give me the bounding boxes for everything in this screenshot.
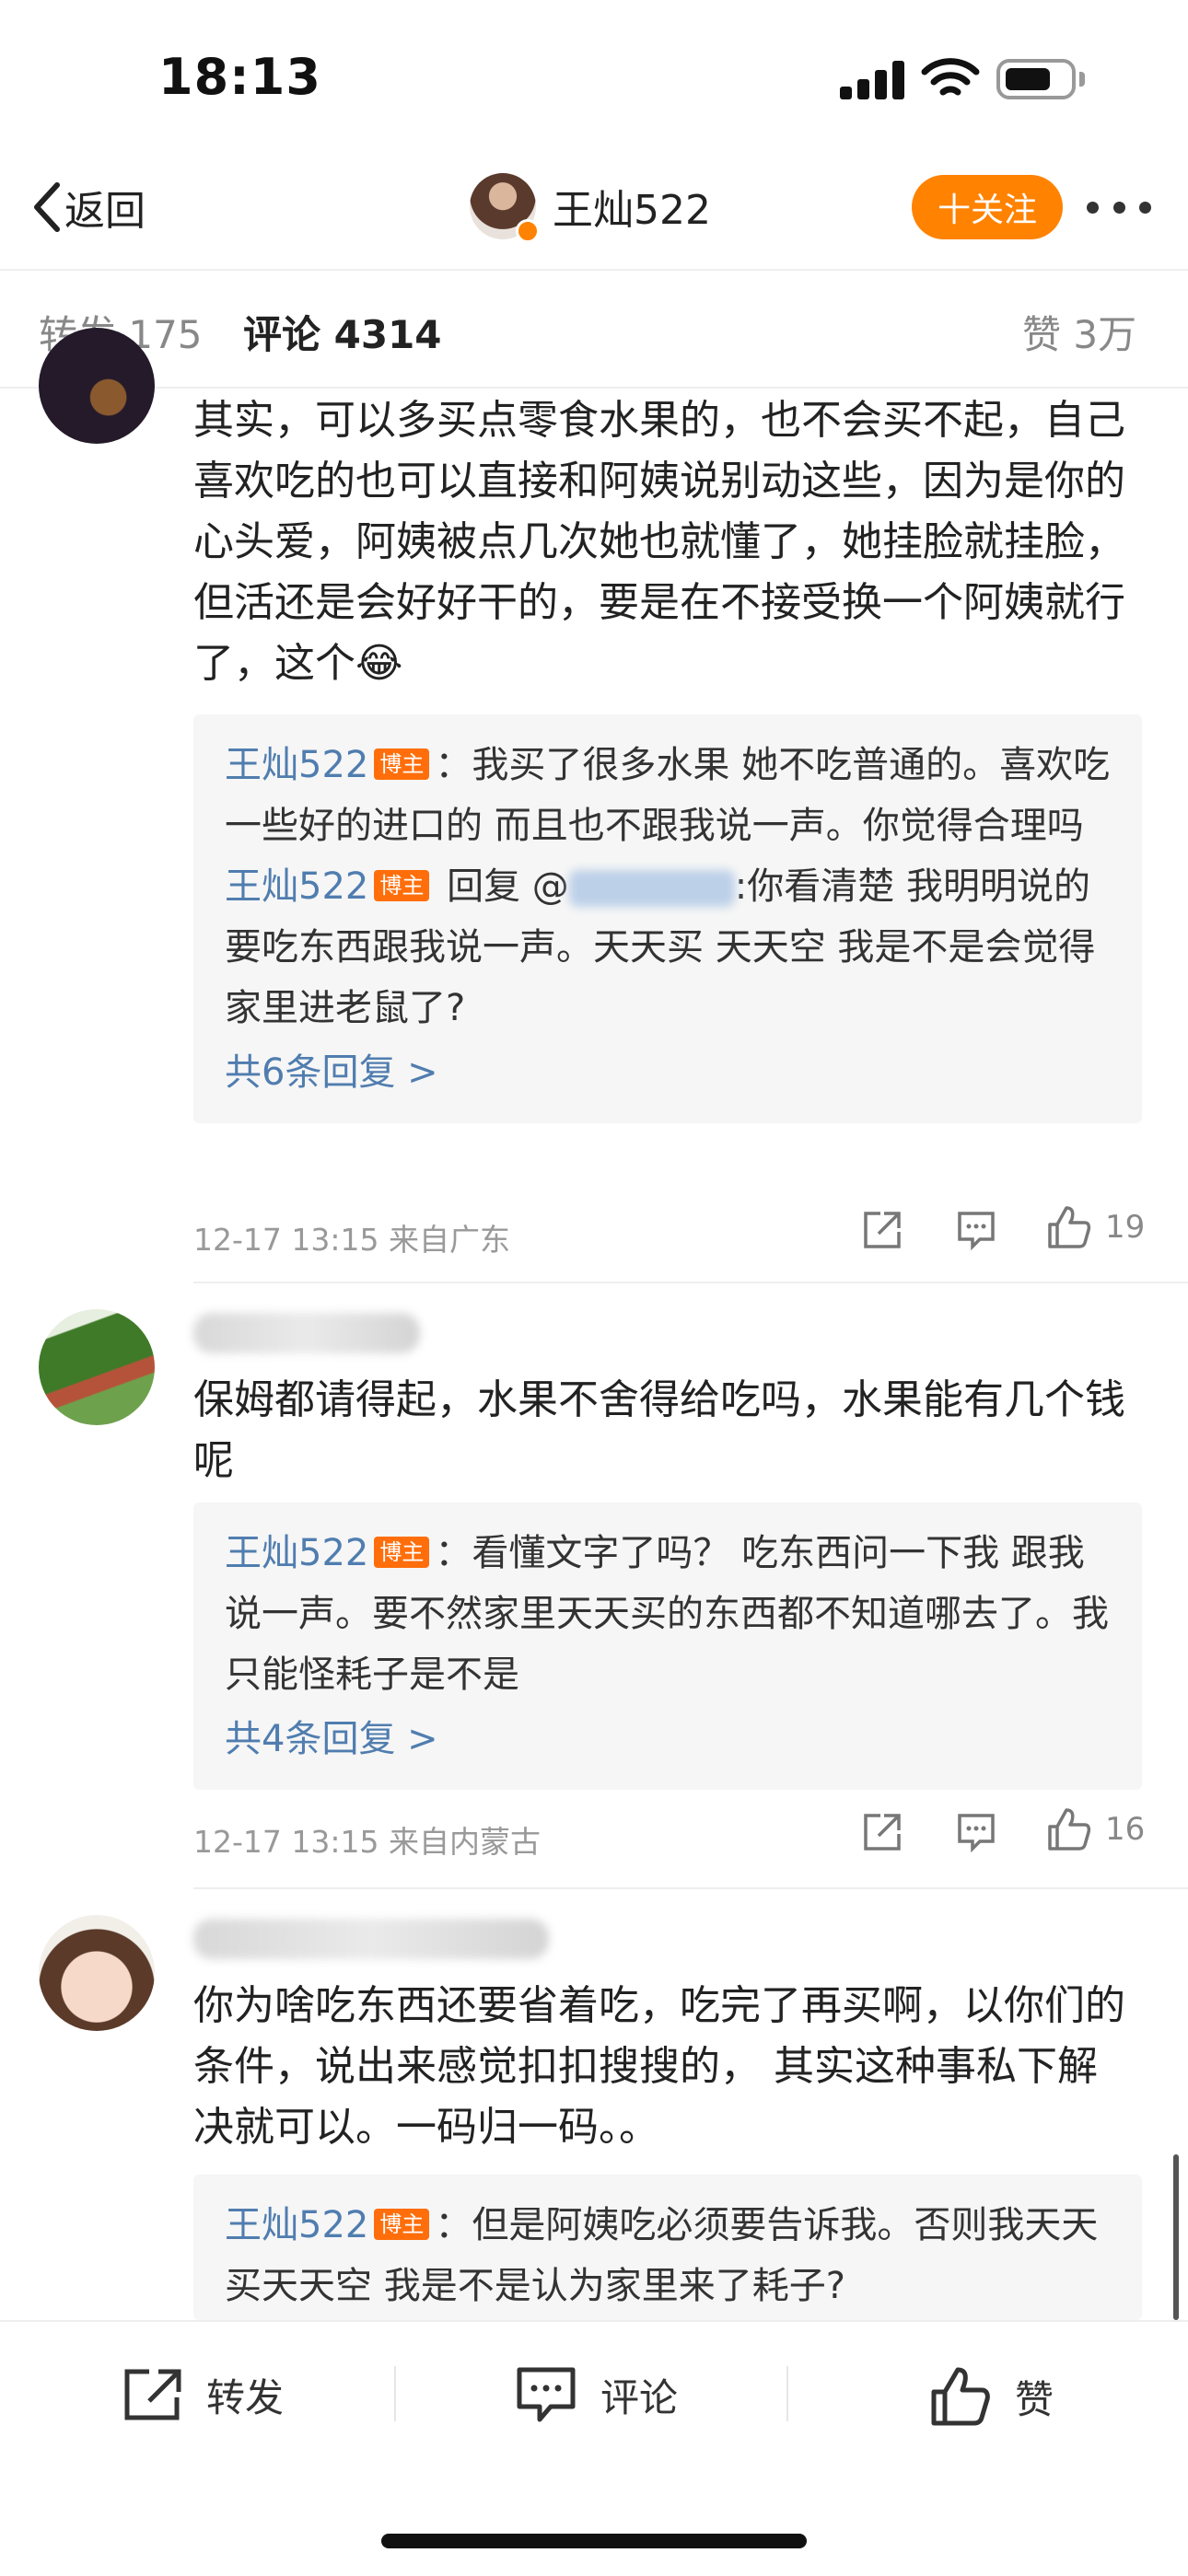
- comment-icon: [517, 2367, 576, 2422]
- repost-button[interactable]: 转发: [122, 2366, 284, 2423]
- status-time: 18:13: [158, 48, 321, 106]
- comment-meta: 12-17 13:15 来自广东: [193, 1222, 510, 1258]
- reply-item: 王灿522 博主 ：看懂文字了吗？ 吃东西问一下我 跟我说一声。要不然家里天天买的东…: [225, 1523, 1111, 1705]
- avatar[interactable]: [39, 1309, 155, 1425]
- like-button[interactable]: 19: [1046, 1204, 1145, 1250]
- reply-author[interactable]: 王灿522: [225, 865, 368, 908]
- like-count: 16: [1105, 1811, 1146, 1848]
- tab-comments[interactable]: 评论 4314: [243, 304, 442, 360]
- chevron-left-icon: [34, 182, 60, 232]
- more-replies-link[interactable]: 共6条回复 >: [225, 1042, 1111, 1103]
- avatar[interactable]: [39, 1915, 155, 2031]
- repost-label: 转发: [206, 2374, 285, 2420]
- share-icon: [124, 2369, 181, 2420]
- reply-box[interactable]: 王灿522 博主 ：看懂文字了吗？ 吃东西问一下我 跟我说一声。要不然家里天天买的东…: [193, 1503, 1142, 1790]
- follow-button[interactable]: 十关注: [912, 175, 1063, 239]
- comment-text: 保姆都请得起，水果不舍得给吃吗，水果能有几个钱呢: [193, 1376, 1125, 1484]
- divider: [394, 2366, 396, 2421]
- comment-label: 评论: [600, 2374, 679, 2420]
- reply-author[interactable]: 王灿522: [225, 2204, 368, 2246]
- divider: [0, 387, 1188, 389]
- like-count: 19: [1105, 1209, 1146, 1246]
- divider: [0, 269, 1188, 271]
- reply-author[interactable]: 王灿522: [225, 744, 368, 786]
- scrollbar[interactable]: [1173, 2154, 1179, 2320]
- blurred-username[interactable]: [193, 1313, 420, 1353]
- nav-user[interactable]: 王灿522: [470, 173, 711, 243]
- comment-button[interactable]: 评论: [516, 2366, 678, 2423]
- share-icon[interactable]: [860, 1810, 904, 1854]
- wifi-icon: [921, 58, 980, 96]
- divider: [786, 2366, 788, 2421]
- blogger-badge: 博主: [374, 2209, 430, 2240]
- thumbs-up-icon: [1048, 1808, 1091, 1851]
- avatar[interactable]: [39, 328, 155, 444]
- page-title: 王灿522: [553, 187, 711, 234]
- blurred-username[interactable]: [193, 1919, 549, 1959]
- divider: [193, 1282, 1188, 1283]
- share-icon[interactable]: [860, 1208, 904, 1252]
- reply-item: 王灿522 博主 ：我买了很多水果 她不吃普通的。喜欢吃一些好的进口的 而且也不跟我…: [225, 735, 1111, 856]
- comment-meta: 12-17 13:15 来自内蒙古: [193, 1824, 541, 1860]
- back-button[interactable]: 返回: [28, 175, 146, 239]
- comment-icon[interactable]: [954, 1208, 998, 1252]
- reply-box[interactable]: 王灿522 博主 ：但是阿姨吃必须要告诉我。否则我天天买天天空 我是不是认为家里来了…: [193, 2175, 1142, 2320]
- comment-icon[interactable]: [954, 1810, 998, 1854]
- tab-likes[interactable]: 赞 3万: [1022, 304, 1136, 360]
- home-indicator[interactable]: [381, 2534, 807, 2548]
- blurred-mention: [568, 870, 735, 907]
- more-icon[interactable]: [1087, 193, 1151, 221]
- blogger-badge: 博主: [374, 1537, 430, 1568]
- divider: [193, 1887, 1188, 1889]
- cellular-signal-icon: [840, 59, 906, 99]
- reply-item: 王灿522 博主 ：但是阿姨吃必须要告诉我。否则我天天买天天空 我是不是认为家里来了…: [225, 2195, 1111, 2316]
- reply-item: 王灿522 博主 回复 @:你看清楚 我明明说的要吃东西跟我说一声。天天买 天天空…: [225, 856, 1111, 1039]
- blogger-badge: 博主: [374, 748, 430, 780]
- back-label: 返回: [64, 188, 146, 235]
- reply-author[interactable]: 王灿522: [225, 1532, 368, 1574]
- comment-text: 你为啥吃东西还要省着吃，吃完了再买啊，以你们的条件，说出来感觉扣扣搜搜的， 其实…: [193, 1982, 1125, 2151]
- comment-text: 其实，可以多买点零食水果的，也不会买不起，自己喜欢吃的也可以直接和阿姨说别动这些…: [193, 397, 1125, 687]
- blogger-badge: 博主: [374, 870, 430, 901]
- avatar[interactable]: [470, 173, 540, 243]
- more-replies-link[interactable]: 共4条回复 >: [225, 1709, 1111, 1770]
- battery-icon: [996, 59, 1076, 99]
- like-button[interactable]: 赞: [930, 2366, 1054, 2427]
- reply-box[interactable]: 王灿522 博主 ：我买了很多水果 她不吃普通的。喜欢吃一些好的进口的 而且也不跟我…: [193, 714, 1142, 1123]
- thumbs-up-icon: [931, 2367, 990, 2426]
- like-button[interactable]: 16: [1046, 1806, 1145, 1852]
- reply-to-label: 回复 @: [435, 865, 569, 908]
- thumbs-up-icon: [1048, 1206, 1091, 1248]
- like-label: 赞: [1015, 2376, 1054, 2422]
- verified-icon: [516, 219, 540, 243]
